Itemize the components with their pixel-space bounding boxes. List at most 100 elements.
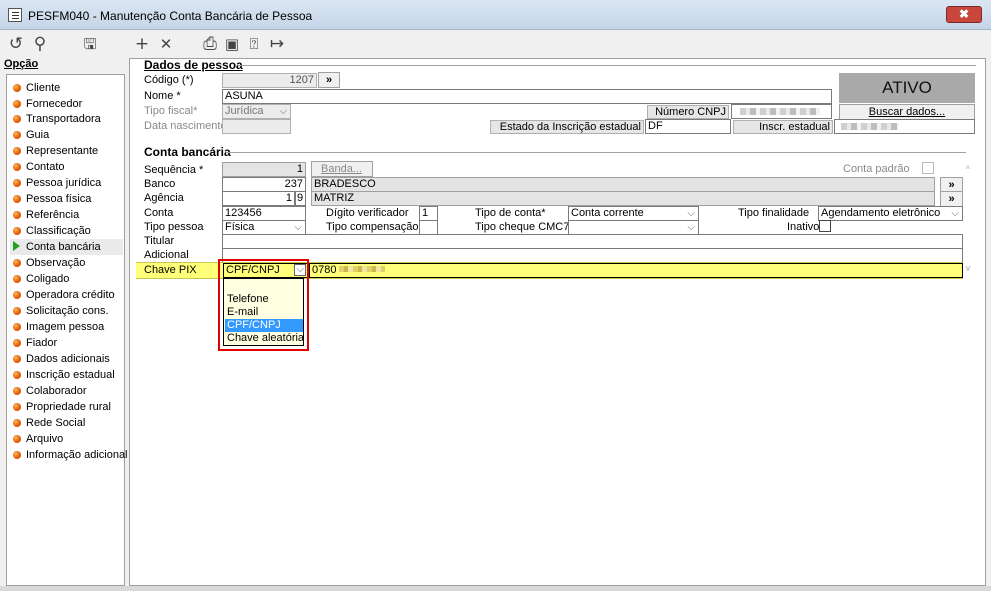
sidebar-item-contato[interactable]: Contato	[13, 159, 65, 175]
sidebar-item-dados-adicionais[interactable]: Dados adicionais	[13, 351, 110, 367]
sidebar-heading: Opção	[4, 58, 39, 70]
tipo-cheque-select[interactable]: ⌵	[568, 220, 699, 235]
save-icon[interactable]: 🖫	[80, 34, 100, 54]
tipo-compensacao-label: Tipo compensação	[326, 221, 419, 233]
bullet-icon	[13, 419, 21, 427]
tipo-fiscal-label: Tipo fiscal*	[144, 105, 198, 117]
sidebar-item-coligado[interactable]: Coligado	[13, 271, 69, 287]
nome-field[interactable]: ASUNA	[222, 89, 832, 104]
conta-padrao-label: Conta padrão	[843, 163, 910, 175]
bullet-icon	[13, 179, 21, 187]
sidebar-item-operadora-credito[interactable]: Operadora crédito	[13, 287, 115, 303]
undo-icon[interactable]: ↺	[6, 34, 26, 54]
sidebar-item-pessoa-juridica[interactable]: Pessoa jurídica	[13, 175, 101, 191]
bullet-icon	[13, 100, 21, 108]
inativo-label: Inativo	[787, 221, 820, 233]
titular-field[interactable]	[222, 234, 963, 249]
sidebar-item-representante[interactable]: Representante	[13, 143, 98, 159]
banda-button[interactable]: Banda...	[311, 161, 373, 177]
search-icon[interactable]: ⚲	[30, 34, 50, 54]
sidebar-item-fiador[interactable]: Fiador	[13, 335, 57, 351]
sidebar-item-colaborador[interactable]: Colaborador	[13, 383, 87, 399]
codigo-lookup-button[interactable]: »	[318, 72, 340, 88]
sidebar-item-pessoa-fisica[interactable]: Pessoa física	[13, 191, 91, 207]
bullet-icon	[13, 307, 21, 315]
estado-field[interactable]: DF	[645, 119, 731, 134]
sidebar-item-observacao[interactable]: Observação	[13, 255, 85, 271]
sidebar-item-classificacao[interactable]: Classificação	[13, 223, 91, 239]
calendar-icon[interactable]: ▣	[222, 34, 242, 54]
scroll-down-icon[interactable]: v	[963, 263, 973, 273]
sidebar-item-transportadora[interactable]: Transportadora	[13, 111, 101, 127]
remove-icon[interactable]: ✕	[156, 34, 176, 54]
selected-arrow-icon	[13, 241, 20, 251]
data-nascimento-field[interactable]	[222, 119, 291, 134]
sidebar-item-solicitacao-cons[interactable]: Solicitação cons.	[13, 303, 109, 319]
dados-pessoa-heading: Dados de pessoa	[144, 58, 243, 72]
buscar-dados-button[interactable]: Buscar dados...	[839, 104, 975, 120]
cnpj-field[interactable]	[731, 104, 832, 119]
sidebar-item-rede-social[interactable]: Rede Social	[13, 415, 85, 431]
exit-icon[interactable]: ↦	[266, 34, 288, 54]
codigo-field[interactable]: 1207	[222, 73, 317, 88]
agencia-field[interactable]: 1	[222, 191, 295, 206]
codigo-label: Código (*)	[144, 74, 194, 86]
tipo-pessoa-select[interactable]: Física ⌵	[222, 220, 306, 235]
bullet-icon	[13, 323, 21, 331]
tipo-fiscal-select[interactable]: Jurídica ⌵	[222, 104, 291, 119]
sidebar-item-fornecedor[interactable]: Fornecedor	[13, 96, 82, 112]
print-icon[interactable]: ⎙	[200, 34, 220, 54]
bullet-icon	[13, 227, 21, 235]
conta-field[interactable]: 123456	[222, 206, 306, 221]
conta-padrao-checkbox[interactable]	[922, 162, 934, 174]
sidebar-item-cliente[interactable]: Cliente	[13, 80, 60, 96]
pix-option-chave-aleatoria[interactable]: Chave aleatória	[225, 332, 304, 345]
chave-pix-value-field[interactable]: 0780	[309, 263, 963, 278]
adicional-label: Adicional	[144, 249, 189, 261]
pix-option-blank[interactable]	[225, 280, 303, 293]
tipo-conta-select[interactable]: Conta corrente ⌵	[568, 206, 699, 221]
bullet-icon	[13, 435, 21, 443]
pix-option-telefone[interactable]: Telefone	[225, 293, 303, 306]
sidebar-item-informacao-adicional[interactable]: Informação adicional	[13, 447, 128, 463]
status-badge: ATIVO	[839, 73, 975, 103]
bullet-icon	[13, 355, 21, 363]
help-icon[interactable]: ⍰	[244, 34, 264, 54]
tipo-finalidade-select[interactable]: Agendamento eletrônico ⌵	[818, 206, 963, 221]
agencia-dv-field[interactable]: 9	[295, 191, 306, 206]
sidebar-item-imagem-pessoa[interactable]: Imagem pessoa	[13, 319, 104, 335]
sidebar-item-referencia[interactable]: Referência	[13, 207, 79, 223]
pix-option-cpf-cnpj[interactable]: CPF/CNPJ	[225, 319, 303, 332]
add-icon[interactable]: +	[132, 34, 152, 54]
adicional-field[interactable]	[222, 248, 963, 263]
chave-pix-label: Chave PIX	[144, 264, 197, 276]
sidebar-item-propriedade-rural[interactable]: Propriedade rural	[13, 399, 111, 415]
chevron-down-icon: ⌵	[951, 208, 959, 219]
pix-option-email[interactable]: E-mail	[225, 306, 303, 319]
tipo-finalidade-label: Tipo finalidade	[738, 207, 810, 219]
data-nascimento-label: Data nascimento	[144, 120, 227, 132]
estado-inscricao-label: Estado da Inscrição estadual	[490, 120, 644, 134]
sidebar-item-inscricao-estadual[interactable]: Inscrição estadual	[13, 367, 115, 383]
digito-verificador-field[interactable]: 1	[419, 206, 438, 221]
banco-field[interactable]: 237	[222, 177, 306, 192]
tipo-pessoa-label: Tipo pessoa	[144, 221, 204, 233]
sidebar-item-guia[interactable]: Guia	[13, 127, 49, 143]
close-button[interactable]: ✖	[946, 6, 982, 23]
cnpj-label: Número CNPJ	[647, 105, 729, 119]
bullet-icon	[13, 163, 21, 171]
bullet-icon	[13, 387, 21, 395]
inscr-estadual-field[interactable]	[834, 119, 975, 134]
nome-label: Nome *	[144, 90, 181, 102]
inativo-checkbox[interactable]	[819, 220, 831, 232]
tipo-compensacao-field[interactable]	[419, 220, 438, 235]
bullet-icon	[13, 275, 21, 283]
sidebar-item-conta-bancaria[interactable]: Conta bancária	[10, 239, 123, 255]
tipo-cheque-label: Tipo cheque CMC7	[475, 221, 570, 233]
status-strip	[0, 586, 991, 591]
sequencia-field[interactable]: 1	[222, 162, 306, 177]
scroll-up-icon[interactable]: ^	[963, 164, 973, 174]
agencia-more-button[interactable]: »	[940, 191, 963, 207]
sidebar-item-arquivo[interactable]: Arquivo	[13, 431, 63, 447]
agencia-nome-field: MATRIZ	[311, 191, 935, 206]
